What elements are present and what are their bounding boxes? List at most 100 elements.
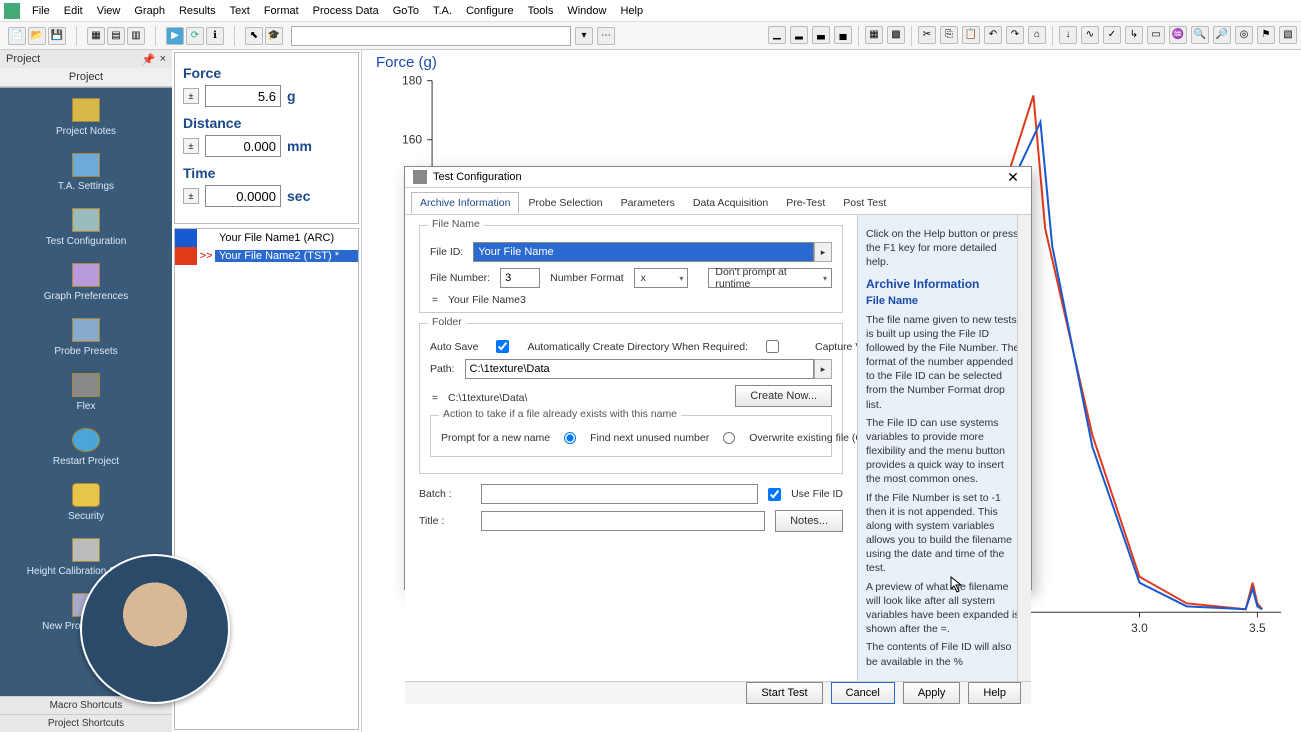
tb-chart4-icon[interactable]: ▄ bbox=[834, 26, 852, 44]
menu-tools[interactable]: Tools bbox=[522, 3, 560, 19]
notes-button[interactable]: Notes... bbox=[775, 510, 843, 532]
tab-post-test[interactable]: Post Test bbox=[834, 192, 895, 214]
menu-process-data[interactable]: Process Data bbox=[307, 3, 385, 19]
tb-zoom-in-icon[interactable]: 🔍 bbox=[1191, 26, 1209, 44]
tb-color-icon[interactable]: ▧ bbox=[1279, 26, 1297, 44]
distance-lock-icon[interactable]: ± bbox=[183, 138, 199, 154]
tab-parameters[interactable]: Parameters bbox=[612, 192, 684, 214]
tab-pre-test[interactable]: Pre-Test bbox=[777, 192, 834, 214]
help-button[interactable]: Help bbox=[968, 682, 1021, 704]
tb-macro1-icon[interactable]: ▦ bbox=[87, 27, 105, 45]
project-item-test-configuration[interactable]: Test Configuration bbox=[46, 208, 127, 247]
cancel-button[interactable]: Cancel bbox=[831, 682, 895, 704]
tb-macro2-icon[interactable]: ▤ bbox=[107, 27, 125, 45]
tb-refresh-icon[interactable]: ⟳ bbox=[186, 27, 204, 45]
tb-scale-icon[interactable]: ♒ bbox=[1169, 26, 1187, 44]
project-pin-icon[interactable]: 📌 bbox=[142, 53, 156, 66]
tb-chart1-icon[interactable]: ▁ bbox=[768, 26, 786, 44]
file-id-menu-icon[interactable]: ▸ bbox=[814, 242, 832, 262]
tb-macro3-icon[interactable]: ▥ bbox=[127, 27, 145, 45]
tb-window-icon[interactable]: ▭ bbox=[1147, 26, 1165, 44]
time-lock-icon[interactable]: ± bbox=[183, 188, 199, 204]
action-next-radio[interactable] bbox=[723, 432, 735, 444]
tb-copy-icon[interactable]: ⎘ bbox=[940, 26, 958, 44]
force-lock-icon[interactable]: ± bbox=[183, 88, 199, 104]
tb-zoom-out-icon[interactable]: 🔎 bbox=[1213, 26, 1231, 44]
tb-home-icon[interactable]: ⌂ bbox=[1028, 26, 1046, 44]
tb-redo-icon[interactable]: ↷ bbox=[1006, 26, 1024, 44]
tb-down-icon[interactable]: ↓ bbox=[1059, 26, 1077, 44]
menu-results[interactable]: Results bbox=[173, 3, 222, 19]
tb-flag-icon[interactable]: ⚑ bbox=[1257, 26, 1275, 44]
tb-paste-icon[interactable]: 📋 bbox=[962, 26, 980, 44]
menu-view[interactable]: View bbox=[91, 3, 127, 19]
file-row[interactable]: Your File Name1 (ARC) bbox=[175, 229, 358, 247]
tb-dropdown-aux2-icon[interactable]: ⋯ bbox=[597, 27, 615, 45]
title-input[interactable] bbox=[481, 511, 765, 531]
menu-ta[interactable]: T.A. bbox=[427, 3, 458, 19]
time-input[interactable] bbox=[205, 185, 281, 207]
file-id-input[interactable] bbox=[473, 242, 814, 262]
expand-path-icon[interactable]: = bbox=[430, 392, 440, 404]
menu-edit[interactable]: Edit bbox=[58, 3, 89, 19]
tb-info-icon[interactable]: ℹ bbox=[206, 27, 224, 45]
tab-data-acquisition[interactable]: Data Acquisition bbox=[684, 192, 777, 214]
apply-button[interactable]: Apply bbox=[903, 682, 961, 704]
tb-chart2-icon[interactable]: ▂ bbox=[790, 26, 808, 44]
tb-grid1-icon[interactable]: ▦ bbox=[865, 26, 883, 44]
tb-pointer-icon[interactable]: ⬉ bbox=[245, 27, 263, 45]
menu-file[interactable]: File bbox=[26, 3, 56, 19]
menu-goto[interactable]: GoTo bbox=[387, 3, 425, 19]
distance-input[interactable] bbox=[205, 135, 281, 157]
tab-probe-selection[interactable]: Probe Selection bbox=[519, 192, 611, 214]
tb-dropdown-aux1-icon[interactable]: ▾ bbox=[575, 27, 593, 45]
tb-run-icon[interactable]: ▶ bbox=[166, 27, 184, 45]
project-footer-shortcuts[interactable]: Project Shortcuts bbox=[0, 714, 172, 732]
project-item-graph-preferences[interactable]: Graph Preferences bbox=[44, 263, 129, 302]
tb-new-icon[interactable]: 📄 bbox=[8, 27, 26, 45]
create-now-button[interactable]: Create Now... bbox=[735, 385, 832, 407]
project-item-flex[interactable]: Flex bbox=[72, 373, 100, 412]
tb-open-icon[interactable]: 📂 bbox=[28, 27, 46, 45]
menu-help[interactable]: Help bbox=[614, 3, 649, 19]
project-item-restart-project[interactable]: Restart Project bbox=[53, 428, 119, 467]
tb-axis-icon[interactable]: ↳ bbox=[1125, 26, 1143, 44]
menu-format[interactable]: Format bbox=[258, 3, 305, 19]
tb-undo-icon[interactable]: ↶ bbox=[984, 26, 1002, 44]
start-test-button[interactable]: Start Test bbox=[746, 682, 822, 704]
auto-create-checkbox[interactable] bbox=[766, 340, 779, 353]
menu-text[interactable]: Text bbox=[224, 3, 256, 19]
expand-preview-icon[interactable]: = bbox=[430, 294, 440, 306]
runtime-prompt-dropdown[interactable]: Don't prompt at runtime bbox=[708, 268, 832, 288]
tb-grid2-icon[interactable]: ▩ bbox=[887, 26, 905, 44]
tb-wave-icon[interactable]: ∿ bbox=[1081, 26, 1099, 44]
menu-graph[interactable]: Graph bbox=[128, 3, 171, 19]
tb-dropdown[interactable] bbox=[291, 26, 571, 46]
tb-save-icon[interactable]: 💾 bbox=[48, 27, 66, 45]
force-input[interactable] bbox=[205, 85, 281, 107]
use-file-id-checkbox[interactable] bbox=[768, 488, 781, 501]
project-item-probe-presets[interactable]: Probe Presets bbox=[54, 318, 117, 357]
tb-target-icon[interactable]: ◎ bbox=[1235, 26, 1253, 44]
project-item-t-a-settings[interactable]: T.A. Settings bbox=[58, 153, 114, 192]
file-number-input[interactable] bbox=[500, 268, 540, 288]
file-row[interactable]: >> Your File Name2 (TST) * bbox=[175, 247, 358, 265]
tb-chart3-icon[interactable]: ▃ bbox=[812, 26, 830, 44]
tb-cut-icon[interactable]: ✂ bbox=[918, 26, 936, 44]
tb-grad-icon[interactable]: 🎓 bbox=[265, 27, 283, 45]
auto-save-checkbox[interactable] bbox=[496, 340, 509, 353]
menu-configure[interactable]: Configure bbox=[460, 3, 520, 19]
path-menu-icon[interactable]: ▸ bbox=[814, 359, 832, 379]
tb-check-icon[interactable]: ✓ bbox=[1103, 26, 1121, 44]
project-close-icon[interactable]: × bbox=[160, 53, 166, 66]
tab-archive-information[interactable]: Archive Information bbox=[411, 192, 519, 214]
action-prompt-radio[interactable] bbox=[564, 432, 576, 444]
project-item-project-notes[interactable]: Project Notes bbox=[56, 98, 116, 137]
menu-window[interactable]: Window bbox=[561, 3, 612, 19]
dialog-close-icon[interactable]: ✕ bbox=[1003, 167, 1023, 187]
project-item-security[interactable]: Security bbox=[68, 483, 104, 522]
number-format-dropdown[interactable]: x bbox=[634, 268, 689, 288]
path-input[interactable] bbox=[465, 359, 814, 379]
help-scrollbar[interactable] bbox=[1017, 215, 1031, 681]
batch-input[interactable] bbox=[481, 484, 758, 504]
